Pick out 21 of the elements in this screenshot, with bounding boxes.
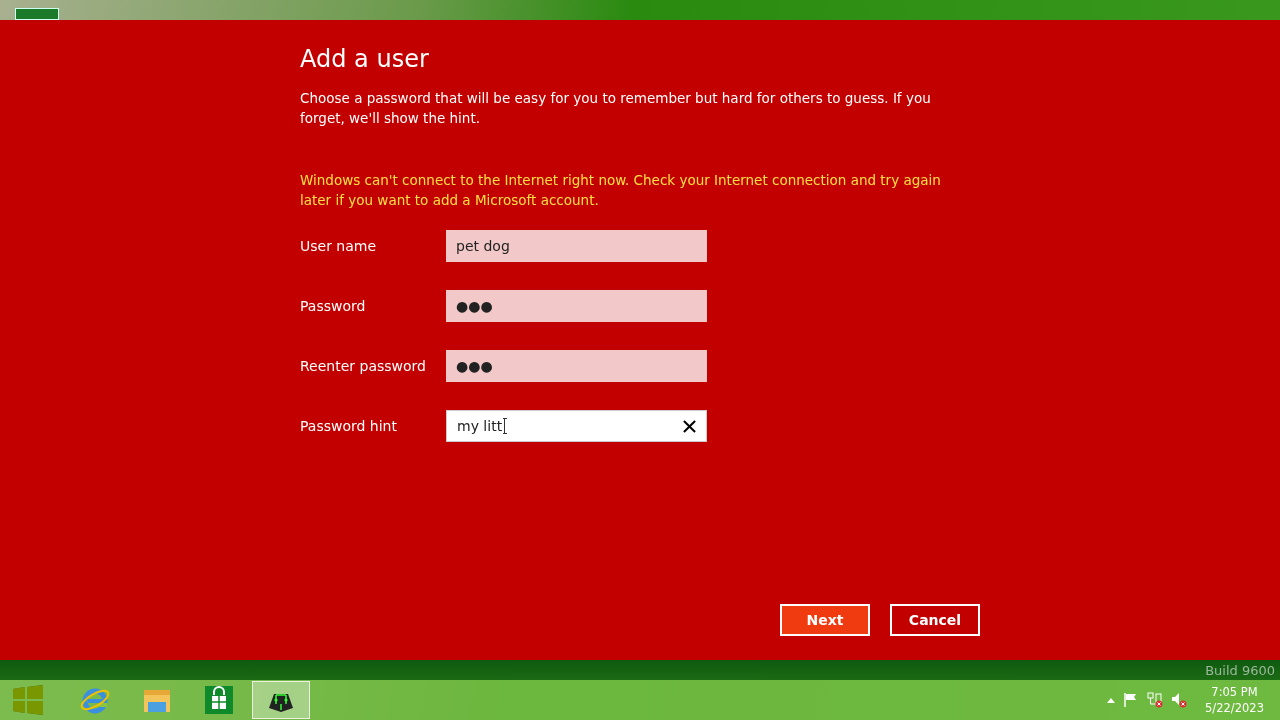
field-label: Password hint (300, 418, 398, 434)
up-arrow-icon[interactable] (1107, 697, 1116, 703)
field-label: Reenter password (300, 358, 427, 374)
text-cursor-icon (503, 418, 508, 434)
description-text: Choose a password that will be easy for you to remember but hard for others to guess. If you forget, we'll show the hint. (300, 89, 932, 128)
next-button[interactable]: Next (780, 604, 870, 636)
dialog-title: Add a user (300, 44, 430, 74)
cancel-button[interactable]: Cancel (890, 604, 980, 636)
field-label: Password (300, 298, 367, 314)
input-field[interactable]: my litt (446, 410, 707, 442)
close-icon[interactable] (683, 419, 696, 433)
input-field[interactable]: ●●● (446, 290, 707, 322)
input-field[interactable]: ●●● (446, 350, 707, 382)
dome-icon[interactable] (252, 681, 310, 719)
network-error-icon[interactable] (1147, 692, 1164, 708)
speaker-muted-icon[interactable] (1171, 692, 1188, 708)
build-watermark: Build 9600 (1205, 662, 1275, 678)
desktop-tile-icon (15, 8, 59, 20)
field-label: User name (300, 238, 378, 254)
input-field[interactable]: pet dog (446, 230, 707, 262)
warning-text: Windows can't connect to the Internet right now. Check your Internet connection and try again later if you want to add a Microsoft account. (300, 171, 942, 210)
